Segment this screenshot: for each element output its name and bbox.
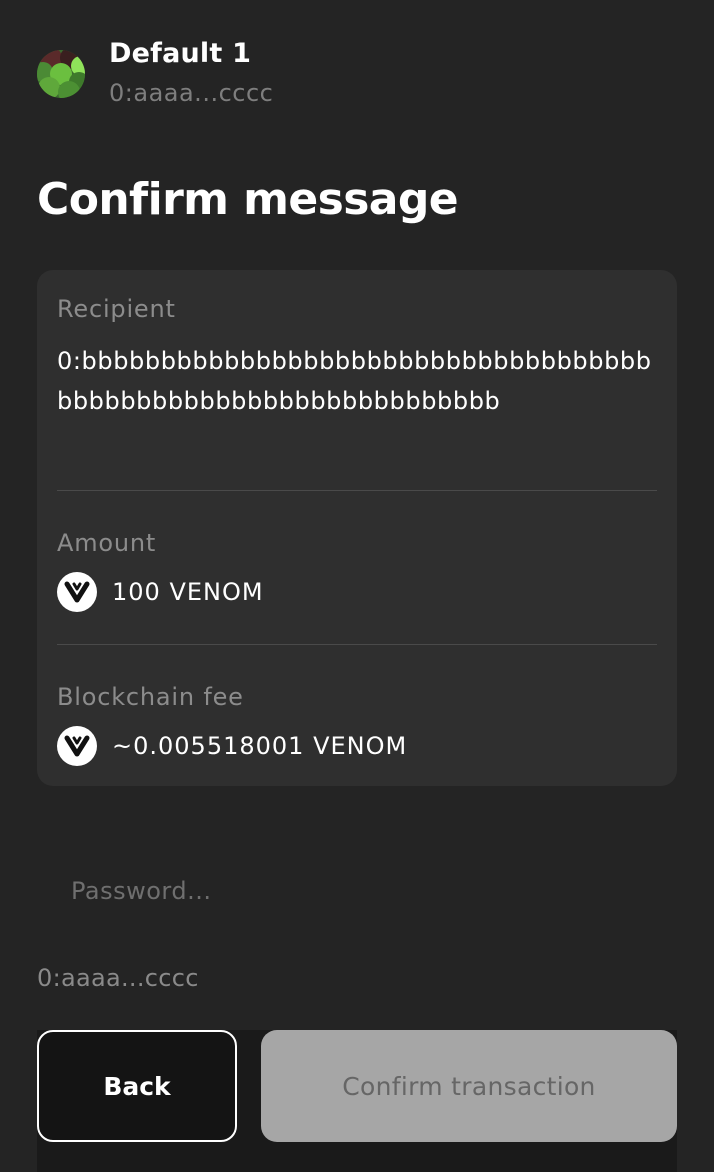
- confirm-transaction-button[interactable]: Confirm transaction: [261, 1030, 677, 1142]
- venom-icon: [57, 726, 97, 766]
- details-card: Recipient 0:bbbbbbbbbbbbbbbbbbbbbbbbbbbb…: [37, 270, 677, 786]
- venom-icon: [57, 572, 97, 612]
- fee-label: Blockchain fee: [57, 683, 244, 711]
- recipient-label: Recipient: [57, 295, 176, 323]
- account-name: Default 1: [109, 38, 252, 69]
- amount-value: 100 VENOM: [112, 578, 264, 606]
- footer-actions: Back Confirm transaction: [37, 1030, 677, 1172]
- recipient-address: 0:bbbbbbbbbbbbbbbbbbbbbbbbbbbbbbbbbbbbbb…: [57, 347, 652, 415]
- fee-row: ~0.005518001 VENOM: [57, 726, 407, 766]
- fee-value: ~0.005518001 VENOM: [112, 732, 408, 760]
- password-input[interactable]: [37, 858, 677, 924]
- divider: [57, 490, 657, 491]
- selected-key-address[interactable]: 0:aaaa...cccc: [37, 963, 199, 993]
- account-header: Default 1 0:aaaa...cccc: [37, 38, 273, 107]
- page-title: Confirm message: [37, 174, 459, 225]
- account-address: 0:aaaa...cccc: [109, 79, 274, 107]
- divider: [57, 644, 657, 645]
- avatar: [37, 50, 85, 98]
- amount-label: Amount: [57, 529, 157, 557]
- amount-row: 100 VENOM: [57, 572, 264, 612]
- back-button[interactable]: Back: [37, 1030, 237, 1142]
